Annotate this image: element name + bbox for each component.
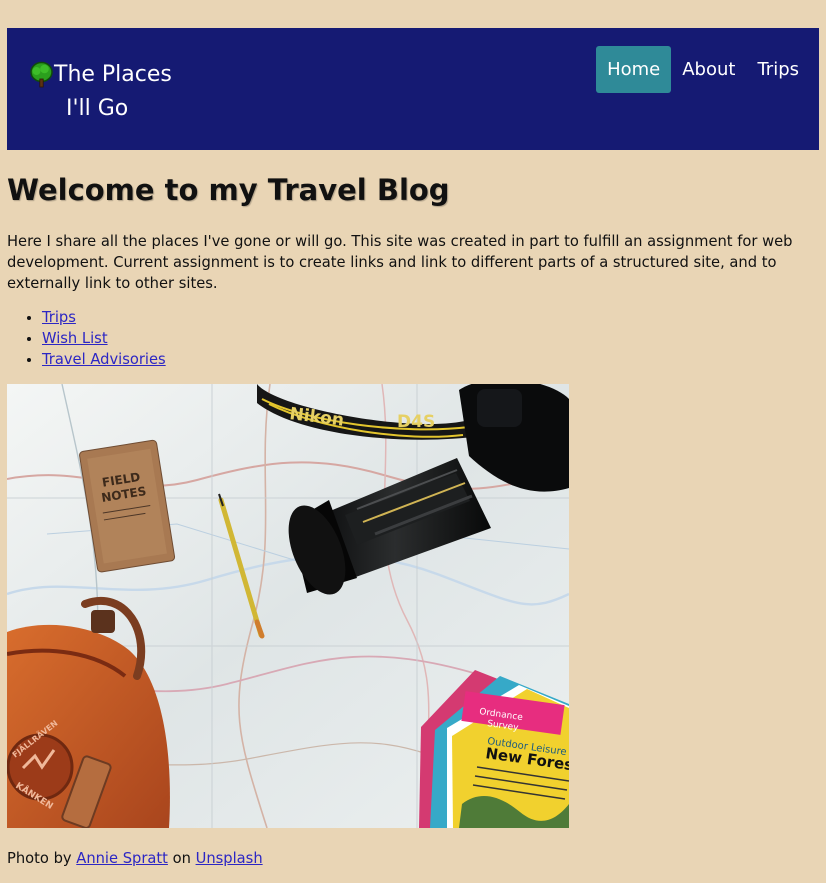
list-item: Wish List [42, 328, 166, 349]
main-navigation: Home About Trips [596, 46, 810, 93]
travel-flatlay-image: FIELD NOTES Nikon D4S FJÄLLRÄVEN KÅNKEN … [7, 384, 569, 828]
list-item: Travel Advisories [42, 349, 166, 370]
list-item: Trips [42, 307, 166, 328]
brand-title-line-2: I'll Go [66, 96, 129, 121]
trips-link[interactable]: Trips [42, 309, 76, 326]
svg-text:D4S: D4S [397, 412, 435, 432]
tree-icon [30, 61, 53, 88]
credit-middle: on [172, 850, 191, 867]
intro-paragraph: Here I share all the places I've gone or… [7, 233, 793, 292]
site-header: The Places I'll Go Home About Trips [7, 28, 819, 150]
brand-title-line-1: The Places [54, 62, 172, 87]
wish-list-link[interactable]: Wish List [42, 330, 108, 347]
photo-credit: Photo by Annie Spratt on Unsplash [7, 848, 263, 869]
nav-trips-link[interactable]: Trips [746, 46, 810, 93]
brand-line-1: The Places [29, 58, 219, 92]
travel-advisories-link[interactable]: Travel Advisories [42, 351, 166, 368]
nav-about-link[interactable]: About [671, 46, 746, 93]
site-brand[interactable]: The Places I'll Go [29, 58, 219, 126]
section-links: Trips Wish List Travel Advisories [23, 307, 166, 370]
page-title: Welcome to my Travel Blog [7, 173, 450, 207]
unsplash-link[interactable]: Unsplash [196, 850, 263, 867]
photographer-link[interactable]: Annie Spratt [76, 850, 168, 867]
credit-prefix: Photo by [7, 850, 72, 867]
travel-photo: FIELD NOTES Nikon D4S FJÄLLRÄVEN KÅNKEN … [7, 384, 569, 828]
nav-home-link[interactable]: Home [596, 46, 672, 93]
